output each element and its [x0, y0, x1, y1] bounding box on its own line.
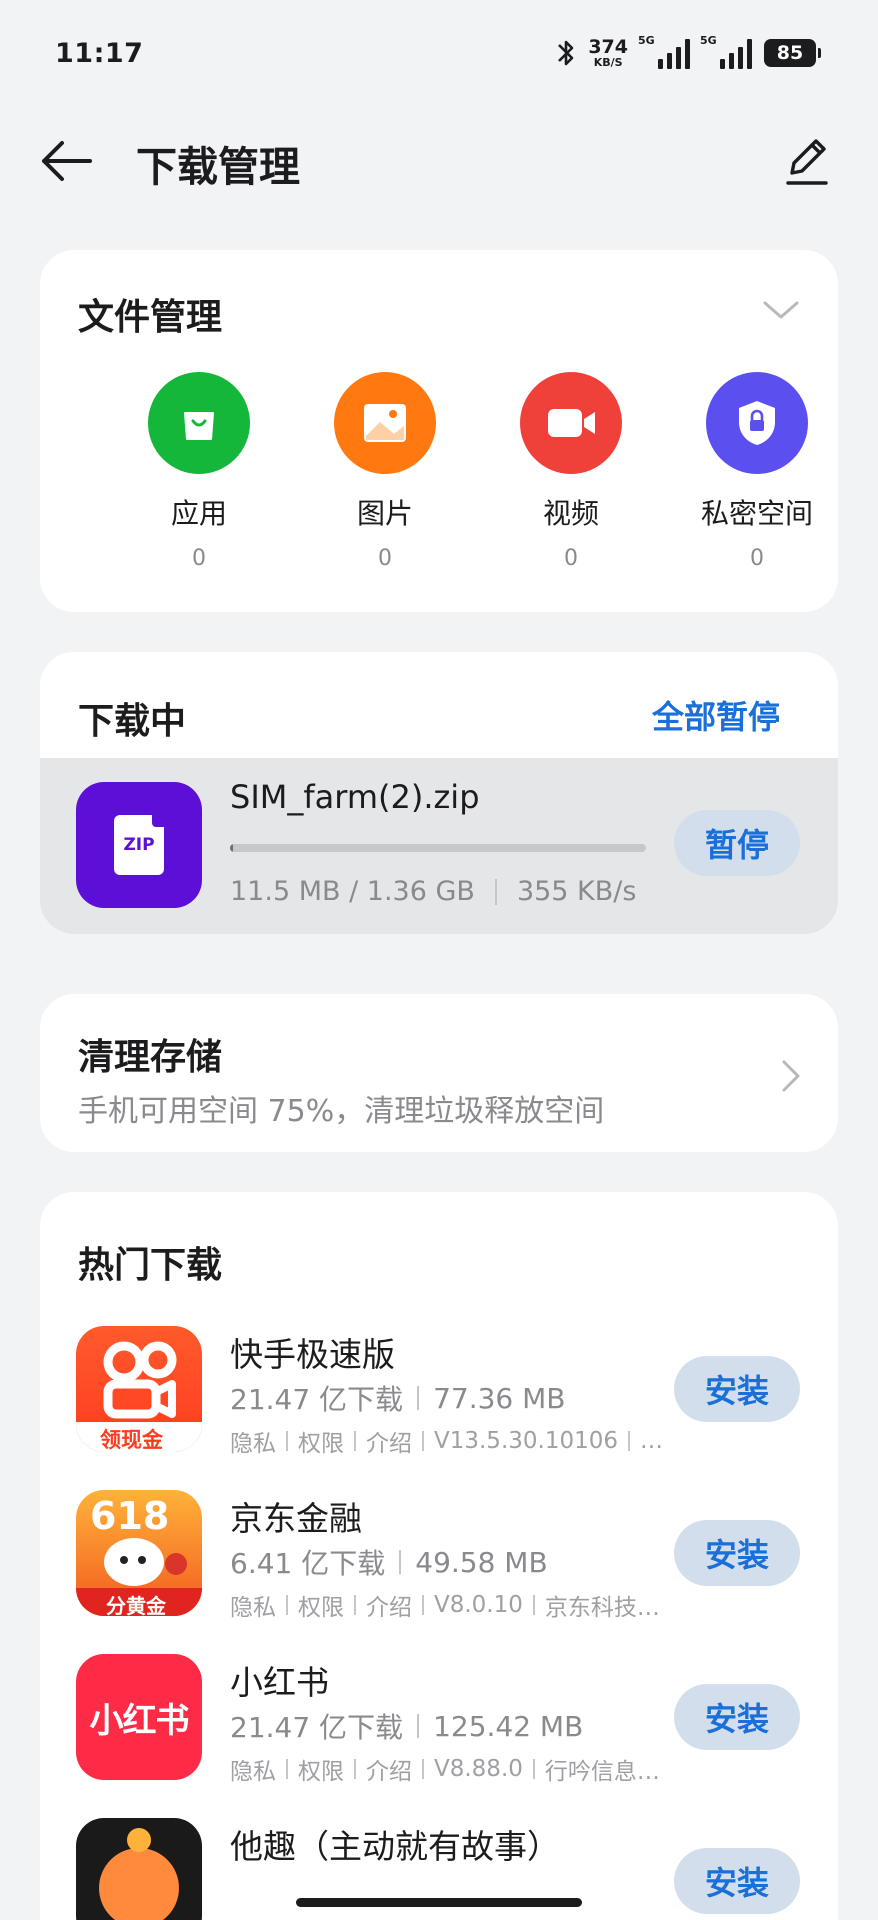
app-info-links: 隐私 权限 介绍 V13.5.30.10106 … [230, 1424, 663, 1458]
category-count: 0 [192, 546, 206, 571]
category-label: 图片 [356, 497, 413, 530]
file-category-videos[interactable]: 视频 0 [481, 372, 661, 571]
app-name: 小红书 [230, 1663, 329, 1702]
app-name: 京东金融 [230, 1499, 362, 1538]
network-speed: 374 KB/S [588, 36, 628, 69]
clean-storage-card[interactable]: 清理存储 手机可用空间 75%，清理垃圾释放空间 [40, 994, 838, 1152]
category-count: 0 [564, 546, 578, 571]
clean-storage-subtitle: 手机可用空间 75%，清理垃圾释放空间 [78, 1094, 605, 1129]
download-meta: 11.5 MB / 1.36 GB 355 KB/s [230, 876, 636, 907]
hot-downloads-title: 热门下载 [78, 1245, 223, 1286]
hot-downloads-card: 热门下载 领现金 快手极速版 21.47 亿下载 77.36 MB 隐私 权限 介… [40, 1192, 838, 1920]
xiaohongshu-app-icon: 小红书 [76, 1654, 202, 1780]
intro-link[interactable]: 介绍 [366, 1424, 412, 1458]
permissions-link[interactable]: 权限 [298, 1424, 344, 1458]
file-category-private-space[interactable]: 私密空间 0 [667, 372, 838, 571]
clean-storage-title: 清理存储 [78, 1037, 223, 1078]
file-category-apps[interactable]: 应用 0 [109, 372, 289, 571]
install-button[interactable]: 安装 [674, 1848, 800, 1914]
privacy-link[interactable]: 隐私 [230, 1752, 276, 1786]
home-indicator[interactable] [296, 1898, 582, 1907]
category-label: 私密空间 [700, 497, 813, 530]
file-management-title: 文件管理 [78, 297, 223, 338]
download-progress-fill [230, 844, 234, 852]
category-count: 0 [750, 546, 764, 571]
install-button[interactable]: 安装 [674, 1520, 800, 1586]
bluetooth-icon [558, 40, 574, 66]
developer-text: … [640, 1428, 663, 1454]
app-stats: 6.41 亿下载 49.58 MB [230, 1545, 548, 1581]
pause-all-button[interactable]: 全部暂停 [652, 692, 780, 738]
permissions-link[interactable]: 权限 [298, 1752, 344, 1786]
version-text: V8.88.0 [434, 1756, 523, 1782]
category-label: 视频 [542, 497, 599, 530]
download-size-progress: 11.5 MB / 1.36 GB [230, 876, 475, 907]
install-button[interactable]: 安装 [674, 1684, 800, 1750]
intro-link[interactable]: 介绍 [366, 1588, 412, 1622]
kuaishou-app-icon: 领现金 [76, 1326, 202, 1452]
page-header: 下载管理 [0, 125, 878, 195]
intro-link[interactable]: 介绍 [366, 1752, 412, 1786]
download-item[interactable]: ZIP SIM_farm(2).zip 11.5 MB / 1.36 GB 35… [40, 758, 838, 934]
signal-sim2-icon: 5G [700, 34, 752, 69]
download-speed: 355 KB/s [516, 876, 637, 907]
downloading-title: 下载中 [78, 701, 187, 742]
zip-file-icon: ZIP [76, 782, 202, 908]
app-info-links: 隐私 权限 介绍 V8.0.10 京东科技… [230, 1588, 660, 1622]
status-bar: 11:17 374 KB/S 5G 5G 85 [0, 0, 878, 100]
downloading-card: 下载中 全部暂停 ZIP SIM_farm(2).zip 11.5 MB / 1… [40, 652, 838, 934]
permissions-link[interactable]: 权限 [298, 1588, 344, 1622]
app-stats: 21.47 亿下载 77.36 MB [230, 1381, 566, 1417]
jd-finance-app-icon: 618 分黄金 [76, 1490, 202, 1616]
category-count: 0 [378, 546, 392, 571]
version-text: V13.5.30.10106 [434, 1428, 618, 1454]
divider [494, 878, 497, 905]
app-info-links: 隐私 权限 介绍 V8.88.0 行吟信息… [230, 1752, 660, 1786]
install-button[interactable]: 安装 [674, 1356, 800, 1422]
developer-text: 行吟信息… [544, 1759, 660, 1785]
signal-sim1-icon: 5G [638, 34, 690, 69]
chevron-down-icon[interactable] [762, 296, 800, 324]
privacy-link[interactable]: 隐私 [230, 1588, 276, 1622]
file-management-card: 文件管理 应用 0 图片 0 视频 0 私密空间 0 [40, 250, 838, 612]
image-icon [334, 372, 436, 474]
privacy-link[interactable]: 隐私 [230, 1424, 276, 1458]
arrow-left-icon[interactable] [38, 137, 94, 185]
developer-text: 京东科技… [544, 1595, 660, 1621]
version-text: V8.0.10 [434, 1592, 523, 1618]
shopping-bag-icon [148, 372, 250, 474]
download-progress-bar [230, 844, 646, 852]
app-item-xiaohongshu[interactable]: 小红书 小红书 21.47 亿下载 125.42 MB 隐私 权限 介绍 V8.8… [40, 1654, 838, 1794]
battery-indicator: 85 [764, 39, 821, 67]
download-file-name: SIM_farm(2).zip [230, 778, 480, 816]
app-item-jd-finance[interactable]: 618 分黄金 京东金融 6.41 亿下载 49.58 MB 隐私 权限 介绍 V… [40, 1490, 838, 1630]
app-item-kuaishou[interactable]: 领现金 快手极速版 21.47 亿下载 77.36 MB 隐私 权限 介绍 V13… [40, 1326, 838, 1466]
page-title: 下载管理 [136, 143, 300, 191]
pencil-icon[interactable] [782, 133, 832, 187]
shield-lock-icon [706, 372, 808, 474]
app-name: 快手极速版 [230, 1335, 395, 1374]
category-label: 应用 [170, 497, 227, 530]
taqu-app-icon [76, 1818, 202, 1920]
app-stats: 21.47 亿下载 125.42 MB [230, 1709, 584, 1745]
chevron-right-icon [782, 1060, 800, 1092]
video-camera-icon [520, 372, 622, 474]
file-category-images[interactable]: 图片 0 [295, 372, 475, 571]
app-name: 他趣（主动就有故事） [230, 1827, 560, 1866]
pause-button[interactable]: 暂停 [674, 810, 800, 876]
status-time: 11:17 [55, 38, 144, 69]
